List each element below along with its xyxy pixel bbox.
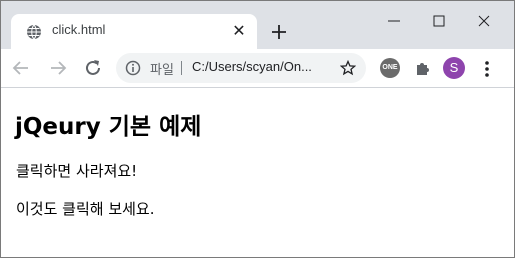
tab-click-html[interactable]: click.html ✕ bbox=[11, 14, 257, 49]
star-icon[interactable] bbox=[340, 60, 356, 76]
info-icon[interactable] bbox=[125, 60, 141, 76]
address-bar[interactable]: 파일 C:/Users/scyan/On... bbox=[116, 53, 366, 83]
browser-window: click.html ✕ 파일 C:/Users/scyan/On... ONE… bbox=[0, 0, 515, 258]
profile-avatar[interactable]: S bbox=[443, 57, 465, 79]
tab-close-icon[interactable]: ✕ bbox=[231, 23, 247, 39]
minimize-icon[interactable] bbox=[379, 9, 409, 33]
page-content: jQeury 기본 예제 클릭하면 사라져요! 이것도 클릭해 보세요. bbox=[1, 88, 514, 257]
tab-title: click.html bbox=[52, 22, 106, 37]
forward-arrow-icon[interactable] bbox=[47, 57, 69, 79]
new-tab-plus-icon[interactable] bbox=[269, 22, 289, 42]
tab-strip: click.html ✕ bbox=[1, 1, 514, 49]
paragraph-click-too[interactable]: 이것도 클릭해 보세요. bbox=[16, 198, 155, 219]
site-info-label: 파일 bbox=[150, 63, 174, 78]
browser-toolbar: 파일 C:/Users/scyan/On... bbox=[1, 49, 514, 88]
kebab-menu-icon[interactable] bbox=[477, 59, 497, 79]
maximize-icon[interactable] bbox=[424, 9, 454, 33]
paragraph-click-to-hide[interactable]: 클릭하면 사라져요! bbox=[16, 160, 137, 181]
url-text[interactable]: C:/Users/scyan/On... bbox=[192, 59, 342, 74]
one-extension-icon[interactable]: ONE bbox=[380, 58, 400, 78]
reload-icon[interactable] bbox=[82, 57, 104, 79]
page-heading: jQeury 기본 예제 bbox=[15, 114, 202, 140]
omnibox-separator bbox=[181, 61, 182, 75]
puzzle-icon[interactable] bbox=[413, 58, 433, 78]
back-arrow-icon[interactable] bbox=[10, 57, 32, 79]
globe-icon bbox=[27, 24, 41, 40]
close-window-icon[interactable] bbox=[469, 9, 499, 33]
